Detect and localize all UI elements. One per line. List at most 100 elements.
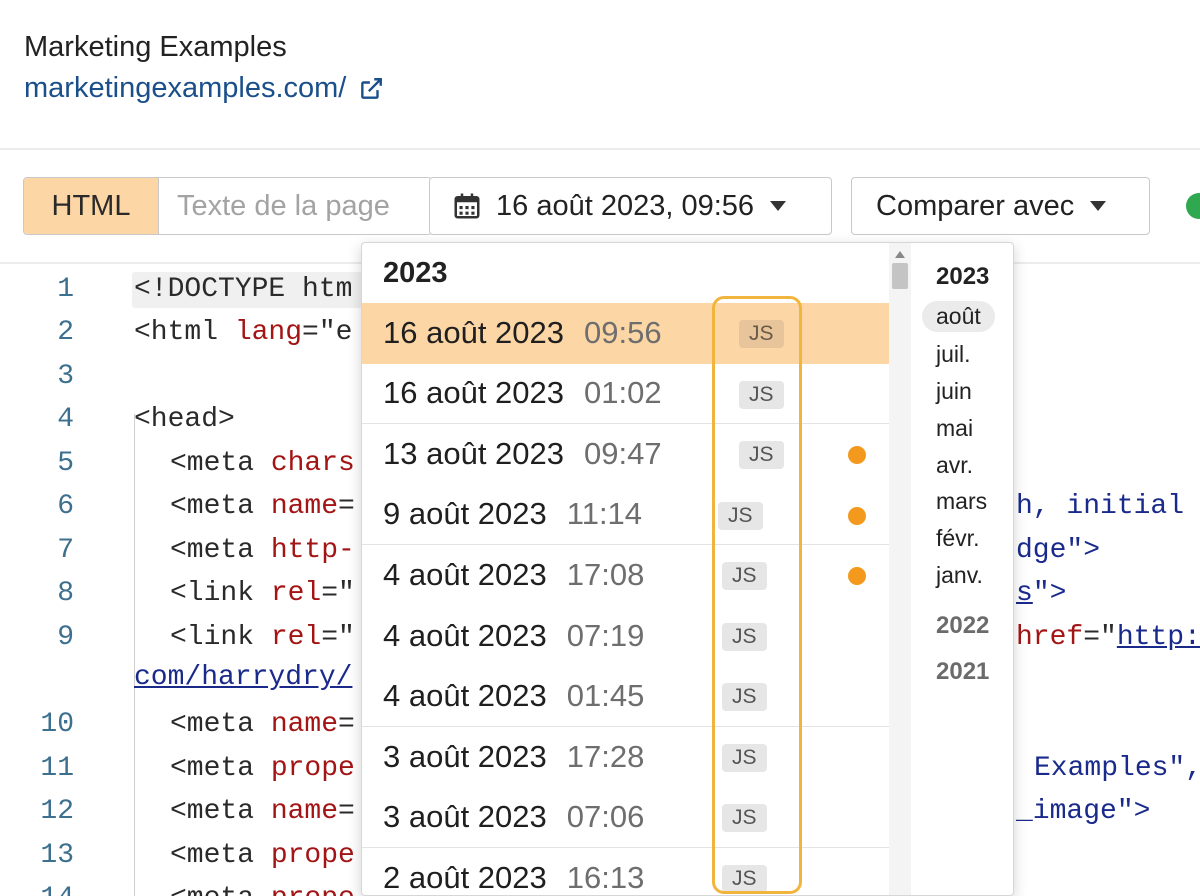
snapshot-item[interactable]: 4 août 2023 01:45 JS <box>362 666 889 727</box>
snapshot-date: 9 août 2023 <box>383 496 547 532</box>
code-token: = <box>338 709 355 740</box>
code-token: <meta <box>170 753 271 784</box>
js-badge: JS <box>722 622 767 651</box>
calendar-icon <box>454 193 480 219</box>
dropdown-scrollbar[interactable] <box>889 243 911 895</box>
nav-year-2021[interactable]: 2021 <box>936 658 989 686</box>
snapshot-date: 2 août 2023 <box>383 859 547 895</box>
nav-month-fevr[interactable]: févr. <box>936 525 979 552</box>
site-url-link[interactable]: marketingexamples.com/ <box>24 72 384 105</box>
nav-month-janv[interactable]: janv. <box>936 562 983 589</box>
code-line: <meta prope <box>170 883 355 896</box>
nav-month-juin[interactable]: juin <box>936 378 972 405</box>
dropdown-year-heading: 2023 <box>383 257 448 289</box>
snapshot-item[interactable]: 3 août 2023 17:28 JS <box>362 727 889 788</box>
code-token: <meta <box>170 883 271 896</box>
code-token: name <box>270 709 339 740</box>
snapshot-item[interactable]: 4 août 2023 17:08 JS <box>362 545 889 606</box>
code-token: <!DOCTYPE htm <box>134 274 353 305</box>
snapshot-date: 13 août 2023 <box>383 436 565 472</box>
js-badge: JS <box>722 683 767 711</box>
snapshot-date: 4 août 2023 <box>383 617 547 653</box>
code-token: <meta <box>170 796 271 827</box>
nav-month-aout[interactable]: août <box>922 301 995 332</box>
date-nav-sidebar: 2023 août juil. juin mai avr. mars févr.… <box>917 243 1013 895</box>
line-number: 9 <box>57 622 74 653</box>
compare-with-button[interactable]: Comparer avec <box>851 177 1150 235</box>
snapshot-item[interactable]: 2 août 2023 16:13 JS <box>362 848 889 896</box>
code-token: name <box>270 491 339 522</box>
snapshot-date-select[interactable]: 16 août 2023, 09:56 <box>429 177 832 235</box>
snapshot-date: 16 août 2023 <box>383 375 565 411</box>
line-number: 14 <box>0 883 74 896</box>
html-tab[interactable]: HTML <box>24 178 159 234</box>
nav-month-juil[interactable]: juil. <box>936 341 971 368</box>
snapshot-item[interactable]: 4 août 2023 07:19 JS <box>362 606 889 667</box>
snapshot-time: 16:13 <box>566 859 645 895</box>
snapshot-date-label: 16 août 2023, 09:56 <box>496 189 755 222</box>
code-token: name <box>270 796 339 827</box>
snapshot-time: 07:06 <box>566 798 645 834</box>
code-token: rel <box>270 578 322 609</box>
snapshot-item[interactable]: 16 août 2023 09:56 JS <box>362 303 889 364</box>
snapshot-time: 09:56 <box>584 315 662 351</box>
indent-guide <box>134 414 135 896</box>
site-url-text: marketingexamples.com/ <box>24 72 347 104</box>
code-token: http- <box>270 535 355 566</box>
code-token: prope <box>270 753 355 784</box>
js-badge: JS <box>739 441 784 469</box>
code-link[interactable]: http: <box>1117 622 1200 653</box>
snapshot-item[interactable]: 16 août 2023 01:02 JS <box>362 364 889 424</box>
code-token: dge"> <box>1016 535 1101 566</box>
nav-month-mars[interactable]: mars <box>936 488 987 515</box>
code-token: "> <box>1032 578 1067 609</box>
scrollbar-thumb[interactable] <box>892 263 908 289</box>
snapshot-time: 09:47 <box>584 436 662 472</box>
js-badge: JS <box>718 501 763 530</box>
scroll-up-arrow-icon[interactable] <box>895 251 905 258</box>
js-badge: JS <box>722 562 767 590</box>
line-number: 3 <box>57 361 74 392</box>
snapshot-time: 11:14 <box>566 496 643 532</box>
code-line: <link rel=" <box>170 578 355 609</box>
code-token: Examples", <box>1034 753 1200 784</box>
header-divider <box>0 148 1200 150</box>
chevron-down-icon <box>1090 201 1107 211</box>
change-dot <box>848 506 866 525</box>
code-line: <meta prope <box>170 840 355 871</box>
js-badge: JS <box>722 804 767 832</box>
snapshot-date: 4 août 2023 <box>383 677 547 713</box>
snapshot-date-dropdown: 2023 16 août 2023 09:56 JS 16 août 2023 … <box>361 242 1014 896</box>
snapshot-item[interactable]: 9 août 2023 11:14 JS <box>362 485 889 545</box>
code-line-fragment: s"> <box>1016 578 1066 609</box>
code-line: <meta name= <box>170 491 355 522</box>
code-token: <meta <box>170 709 271 740</box>
snapshot-item[interactable]: 3 août 2023 07:06 JS <box>362 787 889 848</box>
nav-year-2023[interactable]: 2023 <box>936 263 989 291</box>
code-line: <!DOCTYPE htm <box>134 274 352 305</box>
code-token: =" <box>1083 622 1117 653</box>
page-text-tab[interactable]: Texte de la page <box>159 178 431 234</box>
nav-year-2022[interactable]: 2022 <box>936 612 989 640</box>
code-token: href <box>1016 622 1084 653</box>
external-link-icon <box>361 77 383 99</box>
code-token: chars <box>270 448 355 479</box>
code-token: <html <box>134 317 235 348</box>
line-number: 5 <box>57 448 74 479</box>
js-badge: JS <box>739 380 784 409</box>
nav-month-avr[interactable]: avr. <box>936 452 973 479</box>
line-number: 4 <box>57 404 74 435</box>
code-token: = <box>338 796 355 827</box>
snapshot-time: 01:45 <box>566 677 645 713</box>
code-token: =" <box>321 578 355 609</box>
code-line: <html lang="e <box>134 317 352 348</box>
code-token: <head> <box>134 404 235 435</box>
js-badge: JS <box>722 743 767 772</box>
nav-month-mai[interactable]: mai <box>936 415 973 442</box>
code-token: prope <box>270 840 355 871</box>
code-link[interactable]: com/harrydry/ <box>134 662 352 693</box>
code-token: <meta <box>170 448 271 479</box>
code-line: <meta name= <box>170 709 355 740</box>
code-token: ="e <box>302 317 353 348</box>
snapshot-item[interactable]: 13 août 2023 09:47 JS <box>362 424 889 485</box>
